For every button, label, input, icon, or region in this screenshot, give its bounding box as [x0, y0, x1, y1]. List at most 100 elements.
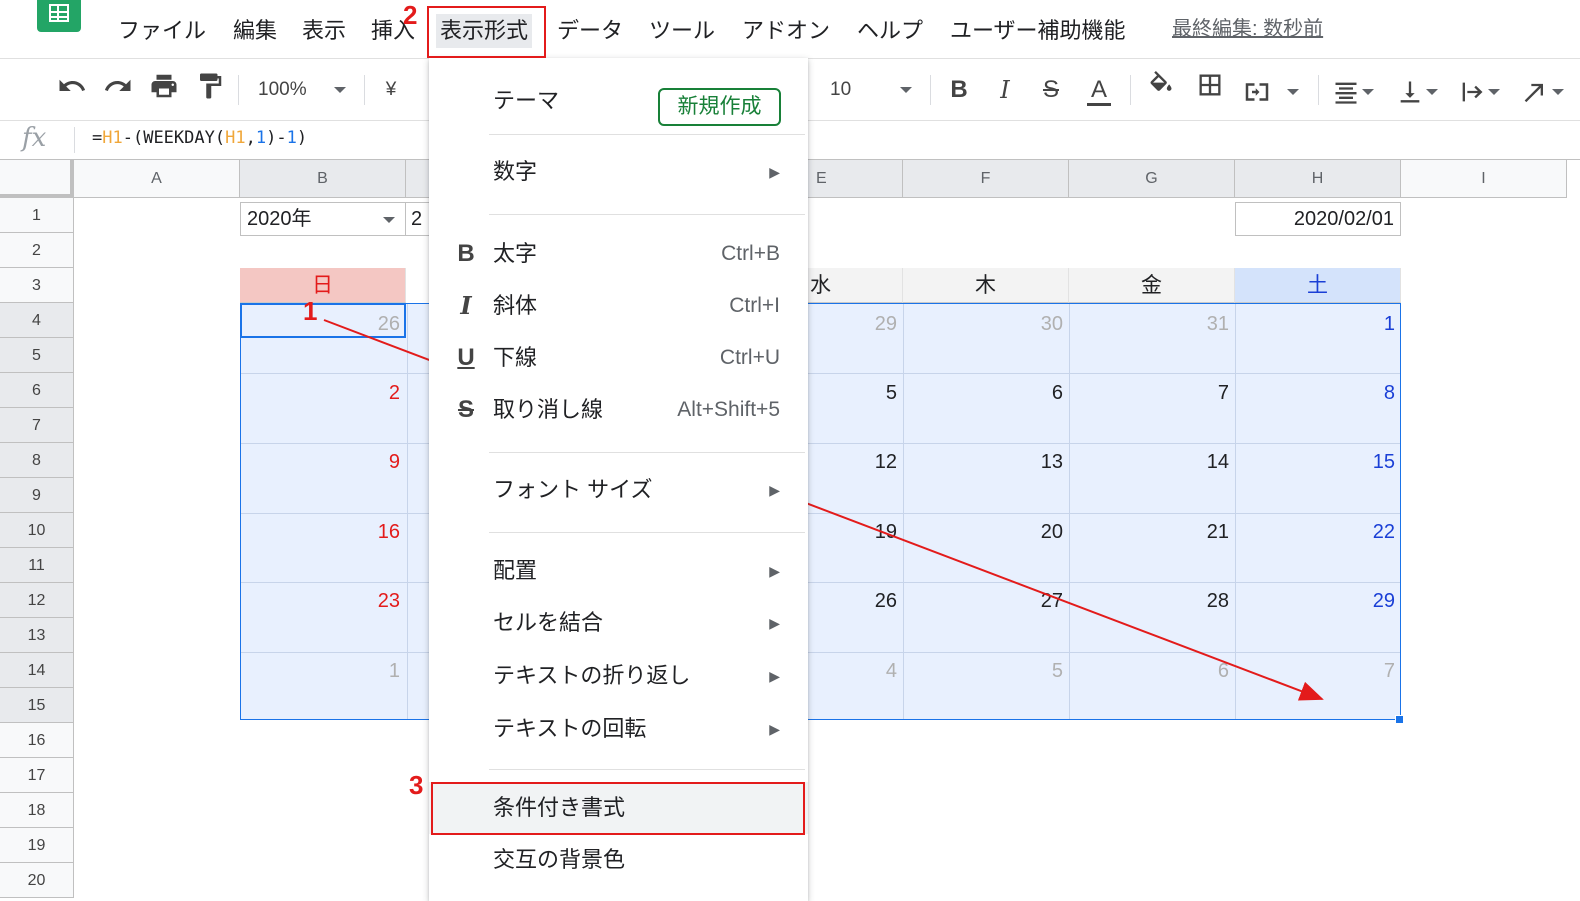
weekday-header-sat[interactable]: 土 [1235, 268, 1401, 303]
menu-view[interactable]: 表示 [302, 14, 346, 48]
row-header[interactable]: 2 [0, 233, 74, 268]
zoom-select[interactable]: 100% [258, 71, 358, 109]
menu-file[interactable]: ファイル [118, 14, 206, 48]
calendar-day[interactable]: 1 [1235, 310, 1395, 338]
last-edit-link[interactable]: 最終編集: 数秒前 [1172, 12, 1323, 41]
menu-item-strikethrough[interactable]: S 取り消し線 Alt+Shift+5 [429, 384, 808, 436]
column-header-h[interactable]: H [1235, 160, 1401, 198]
fill-color-icon[interactable] [1146, 71, 1176, 109]
calendar-day[interactable]: 5 [903, 657, 1063, 685]
column-header-g[interactable]: G [1069, 160, 1235, 198]
weekday-header-fri[interactable]: 金 [1069, 268, 1235, 303]
calendar-day[interactable]: 23 [240, 587, 400, 615]
column-header-i[interactable]: I [1401, 160, 1567, 198]
menu-item-merge-cells[interactable]: セルを結合 ▶ [429, 597, 808, 649]
align-horizontal-icon[interactable] [1332, 71, 1384, 109]
row-header[interactable]: 8 [0, 443, 74, 478]
select-all-corner[interactable] [0, 160, 74, 198]
bold-icon[interactable]: B [944, 71, 974, 109]
active-cell[interactable] [240, 303, 406, 338]
weekday-header-wed[interactable]: 水 [808, 268, 903, 303]
paint-format-icon[interactable] [194, 71, 226, 109]
menu-item-theme[interactable]: テーマ 新規作成 [429, 70, 808, 132]
column-header-f[interactable]: F [903, 160, 1069, 198]
menu-item-number[interactable]: 数字 ▶ [429, 146, 808, 198]
calendar-day[interactable]: 27 [903, 587, 1063, 615]
row-header[interactable]: 18 [0, 793, 74, 828]
text-rotate-icon[interactable] [1522, 71, 1578, 109]
column-header-a[interactable]: A [74, 160, 240, 198]
menu-data[interactable]: データ [557, 14, 623, 48]
merge-cells-icon[interactable] [1242, 71, 1312, 109]
borders-icon[interactable] [1194, 71, 1226, 109]
new-theme-button[interactable]: 新規作成 [658, 88, 781, 126]
row-header[interactable]: 12 [0, 583, 74, 618]
start-date-cell[interactable]: 2020/02/01 [1235, 202, 1401, 236]
calendar-day[interactable]: 15 [1235, 448, 1395, 476]
menu-help[interactable]: ヘルプ [857, 14, 923, 48]
column-header-b[interactable]: B [240, 160, 406, 198]
menu-edit[interactable]: 編集 [233, 14, 277, 48]
calendar-day[interactable]: 21 [1069, 518, 1229, 546]
menu-item-font-size[interactable]: フォント サイズ ▶ [429, 464, 808, 516]
calendar-day[interactable]: 8 [1235, 379, 1395, 407]
print-icon[interactable] [148, 71, 180, 109]
row-header[interactable]: 6 [0, 373, 74, 408]
sheets-logo-icon[interactable] [37, 0, 81, 32]
calendar-day[interactable]: 22 [1235, 518, 1395, 546]
menu-item-alignment[interactable]: 配置 ▶ [429, 545, 808, 597]
month-dropdown[interactable]: 2月 [406, 202, 430, 236]
menu-tools[interactable]: ツール [649, 14, 715, 48]
row-header[interactable]: 9 [0, 478, 74, 513]
calendar-day[interactable]: 29 [1235, 587, 1395, 615]
calendar-day[interactable]: 9 [240, 448, 400, 476]
row-header[interactable]: 19 [0, 828, 74, 863]
row-header[interactable]: 16 [0, 723, 74, 758]
italic-icon[interactable]: I [990, 71, 1020, 109]
row-header[interactable]: 10 [0, 513, 74, 548]
calendar-day[interactable]: 1 [240, 657, 400, 685]
strikethrough-icon[interactable]: S [1036, 71, 1066, 109]
column-header-e[interactable]: E [808, 160, 903, 198]
row-header[interactable]: 5 [0, 338, 74, 373]
menu-item-italic[interactable]: I 斜体 Ctrl+I [429, 280, 808, 332]
calendar-day[interactable]: 7 [1235, 657, 1395, 685]
text-color-icon[interactable]: A [1082, 71, 1116, 109]
calendar-day[interactable]: 7 [1069, 379, 1229, 407]
row-header[interactable]: 4 [0, 303, 74, 338]
calendar-day[interactable]: 13 [903, 448, 1063, 476]
menu-addons[interactable]: アドオン [742, 14, 830, 48]
row-header[interactable]: 15 [0, 688, 74, 723]
menu-item-text-wrap[interactable]: テキストの折り返し ▶ [429, 650, 808, 702]
calendar-day[interactable]: 31 [1069, 310, 1229, 338]
row-header[interactable]: 17 [0, 758, 74, 793]
row-header[interactable]: 3 [0, 268, 74, 303]
row-header[interactable]: 14 [0, 653, 74, 688]
calendar-day[interactable]: 6 [903, 379, 1063, 407]
fill-handle[interactable] [1395, 715, 1404, 724]
column-header-c[interactable] [406, 160, 430, 198]
row-header[interactable]: 7 [0, 408, 74, 443]
formula-input[interactable]: =H1-(WEEKDAY(H1,1)-1) [92, 128, 307, 148]
menu-item-text-rotation[interactable]: テキストの回転 ▶ [429, 703, 808, 755]
row-header[interactable]: 11 [0, 548, 74, 583]
calendar-day[interactable]: 2 [240, 379, 400, 407]
menu-item-alternating-colors[interactable]: 交互の背景色 [429, 834, 808, 886]
font-size-select[interactable]: 10 [830, 71, 920, 109]
calendar-day[interactable]: 28 [1069, 587, 1229, 615]
text-wrap-icon[interactable] [1458, 71, 1514, 109]
currency-format-button[interactable]: ¥ [378, 71, 404, 109]
calendar-day[interactable]: 16 [240, 518, 400, 546]
align-vertical-icon[interactable] [1396, 71, 1448, 109]
weekday-header-sun[interactable]: 日 [240, 268, 406, 303]
calendar-day[interactable]: 6 [1069, 657, 1229, 685]
menu-accessibility[interactable]: ユーザー補助機能 [950, 14, 1126, 48]
menu-item-bold[interactable]: B 太字 Ctrl+B [429, 228, 808, 280]
menu-item-underline[interactable]: U 下線 Ctrl+U [429, 332, 808, 384]
row-header[interactable]: 20 [0, 863, 74, 898]
calendar-day[interactable]: 14 [1069, 448, 1229, 476]
redo-icon[interactable] [102, 71, 134, 109]
weekday-header-thu[interactable]: 木 [903, 268, 1069, 303]
undo-icon[interactable] [56, 71, 88, 109]
year-dropdown[interactable]: 2020年 [240, 202, 406, 236]
